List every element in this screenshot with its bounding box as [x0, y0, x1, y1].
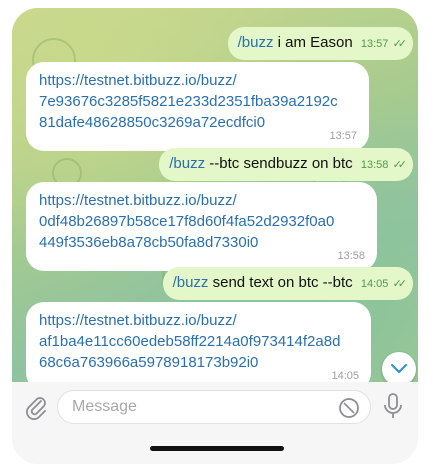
command-link[interactable]: /buzz [238, 34, 274, 51]
link-line: 68c6a763966a5978918173b92i0 [39, 354, 259, 371]
paperclip-icon[interactable] [24, 394, 48, 420]
command-link[interactable]: /buzz [169, 155, 205, 172]
chevron-down-icon [390, 363, 408, 374]
link-line: 449f3536eb8a78cb50fa8d7330i0 [39, 234, 259, 251]
message-time: 13:58 [337, 250, 365, 262]
message-link[interactable]: https://testnet.bitbuzz.io/buzz/ 0df48b2… [39, 190, 365, 253]
message-text: i am Eason [273, 34, 353, 51]
link-line: af1ba4e11cc60edeb58ff2214a0f973414f2a8d [39, 333, 341, 350]
message-time: 13:57 [360, 38, 389, 50]
message-link[interactable]: https://testnet.bitbuzz.io/buzz/ af1ba4e… [39, 310, 359, 373]
home-indicator[interactable] [150, 446, 284, 451]
microphone-icon[interactable] [382, 392, 404, 420]
message-text: --btc sendbuzz on btc [205, 155, 353, 172]
message-time: 14:05 [360, 278, 389, 290]
read-ticks-icon: ✓✓ [392, 278, 408, 290]
link-line: 0df48b26897b58ce17f8d60f4fa52d2932f0a0 [39, 213, 335, 230]
message-outgoing[interactable]: /buzz --btc sendbuzz on btc 13:58 ✓✓ [159, 148, 413, 181]
message-link[interactable]: https://testnet.bitbuzz.io/buzz/ 7e93676… [39, 70, 357, 133]
message-text: send text on btc --btc [208, 274, 353, 291]
scroll-down-button[interactable] [382, 352, 416, 386]
chat-area: /buzz i am Eason 13:57 ✓✓ https://testne… [12, 8, 418, 391]
command-link[interactable]: /buzz [173, 274, 209, 291]
message-time: 13:58 [360, 159, 389, 171]
link-line: 7e93676c3285f5821e233d2351fba39a2192c [39, 93, 338, 110]
link-line: https://testnet.bitbuzz.io/buzz/ [39, 72, 237, 89]
message-incoming[interactable]: https://testnet.bitbuzz.io/buzz/ 7e93676… [26, 62, 369, 151]
message-outgoing[interactable]: /buzz i am Eason 13:57 ✓✓ [227, 27, 413, 60]
message-time: 13:57 [329, 130, 357, 142]
input-bar: Message [12, 382, 418, 464]
link-line: https://testnet.bitbuzz.io/buzz/ [39, 192, 237, 209]
link-line: 81dafe48628850c3269a72ecdfci0 [39, 114, 266, 131]
read-ticks-icon: ✓✓ [392, 38, 408, 50]
read-ticks-icon: ✓✓ [392, 159, 408, 171]
message-incoming[interactable]: https://testnet.bitbuzz.io/buzz/ af1ba4e… [26, 302, 371, 391]
message-placeholder: Message [72, 398, 137, 415]
message-incoming[interactable]: https://testnet.bitbuzz.io/buzz/ 0df48b2… [26, 182, 377, 271]
link-line: https://testnet.bitbuzz.io/buzz/ [39, 312, 237, 329]
sticker-icon[interactable] [338, 397, 360, 419]
phone-screen: /buzz i am Eason 13:57 ✓✓ https://testne… [12, 8, 418, 464]
message-input[interactable]: Message [57, 390, 371, 424]
message-outgoing[interactable]: /buzz send text on btc --btc 14:05 ✓✓ [162, 267, 413, 300]
